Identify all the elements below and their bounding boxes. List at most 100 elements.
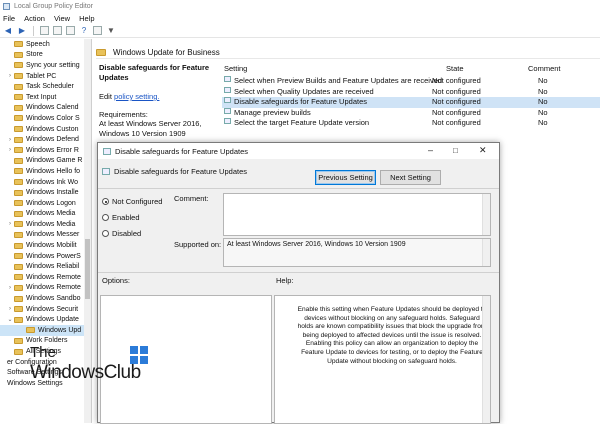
tree-item[interactable]: Windows Remote xyxy=(0,272,91,283)
tree-item[interactable]: Windows Messer xyxy=(0,230,91,241)
tree-item[interactable]: Windows Settings xyxy=(0,378,91,389)
tree-item[interactable]: Task Scheduler xyxy=(0,81,91,92)
tree-item[interactable]: Windows Hello fo xyxy=(0,166,91,177)
radio-enabled-dot[interactable] xyxy=(102,214,109,221)
tree-item[interactable]: Windows Calend xyxy=(0,103,91,114)
tree-scroll-thumb[interactable] xyxy=(85,239,90,299)
tree-item[interactable]: Text Input xyxy=(0,92,91,103)
expand-arrow-icon[interactable]: › xyxy=(7,137,13,143)
forward-arrow-icon[interactable]: ▶ xyxy=(17,26,27,36)
minimize-icon[interactable]: – xyxy=(428,145,433,155)
description-heading: Disable safeguards for Feature Updates xyxy=(99,63,210,82)
menu-action[interactable]: Action xyxy=(24,14,45,23)
tree-item[interactable]: ⌄ Windows Update xyxy=(0,314,91,325)
tree-item[interactable]: › Windows Defend xyxy=(0,134,91,145)
tree-item[interactable]: Windows Game R xyxy=(0,156,91,167)
tree-item-label: Windows Calend xyxy=(26,104,79,112)
radio-disabled-dot[interactable] xyxy=(102,230,109,237)
previous-setting-button[interactable]: Previous Setting xyxy=(315,170,376,185)
col-setting[interactable]: Setting xyxy=(224,64,247,73)
expand-arrow-icon[interactable]: › xyxy=(7,221,13,227)
tree-item[interactable]: › Windows Media xyxy=(0,219,91,230)
tree-item[interactable]: › Windows Remote xyxy=(0,283,91,294)
policy-row[interactable]: Manage preview builds Not configured No xyxy=(222,107,600,119)
tree-item[interactable]: Sync your setting xyxy=(0,60,91,71)
tree-item[interactable]: Windows PowerS xyxy=(0,251,91,262)
tree-item-label: Work Folders xyxy=(26,337,68,345)
expand-arrow-icon[interactable]: › xyxy=(7,73,13,79)
policy-setting-name: Select when Quality Updates are received xyxy=(234,86,374,96)
tree-item[interactable]: Windows Installe xyxy=(0,187,91,198)
policy-row[interactable]: Disable safeguards for Feature Updates No… xyxy=(222,97,600,108)
expand-arrow-icon[interactable]: › xyxy=(7,285,13,291)
next-setting-button[interactable]: Next Setting xyxy=(380,170,441,185)
edit-policy-link[interactable]: policy setting. xyxy=(114,92,159,101)
tree-item[interactable]: Store xyxy=(0,50,91,61)
tree-item-label: Windows Settings xyxy=(7,379,63,387)
view-icon[interactable] xyxy=(93,26,102,35)
policy-setting-icon xyxy=(224,97,231,103)
back-arrow-icon[interactable]: ◀ xyxy=(3,26,13,36)
help-icon[interactable]: ? xyxy=(79,26,89,36)
radio-disabled-label: Disabled xyxy=(112,229,142,238)
expand-arrow-icon[interactable]: › xyxy=(7,147,13,153)
tree-item-label: Windows PowerS xyxy=(26,252,81,260)
close-icon[interactable]: ✕ xyxy=(479,145,487,156)
menu-bar: File Action View Help xyxy=(0,12,600,24)
radio-not-configured-dot[interactable] xyxy=(102,198,109,205)
policy-state: Not configured xyxy=(432,76,481,85)
tree-scrollbar[interactable] xyxy=(84,39,91,423)
comment-textarea[interactable] xyxy=(223,193,491,236)
policy-row[interactable]: Select when Preview Builds and Feature U… xyxy=(222,76,600,87)
radio-not-configured[interactable]: Not Configured xyxy=(102,197,162,206)
tree-item[interactable]: › Tablet PC xyxy=(0,71,91,82)
toolbar-divider xyxy=(33,25,34,36)
tree-item[interactable]: All Settings xyxy=(0,346,91,357)
tree-item[interactable]: Software Settings xyxy=(0,367,91,378)
tree-item[interactable]: Speech xyxy=(0,39,91,50)
tree-item[interactable]: Windows Ink Wo xyxy=(0,177,91,188)
tree-item[interactable]: Windows Mobilit xyxy=(0,240,91,251)
radio-disabled[interactable]: Disabled xyxy=(102,229,141,238)
policy-setting-name: Disable safeguards for Feature Updates xyxy=(234,97,367,106)
toolbar: ◀ ▶ ? ▼ xyxy=(0,24,600,38)
folder-icon xyxy=(14,284,23,291)
policy-row[interactable]: Select the target Feature Update version… xyxy=(222,118,600,129)
radio-enabled[interactable]: Enabled xyxy=(102,213,140,222)
tree-item[interactable]: › Windows Securit xyxy=(0,304,91,315)
comment-scrollbar[interactable] xyxy=(482,194,490,235)
expand-arrow-icon[interactable]: › xyxy=(7,306,13,312)
policy-row[interactable]: Select when Quality Updates are received… xyxy=(222,86,600,98)
show-hide-tree-icon[interactable] xyxy=(40,26,49,35)
supported-scrollbar[interactable] xyxy=(482,239,490,266)
tree-item[interactable]: Windows Custon xyxy=(0,124,91,135)
collapse-arrow-icon[interactable]: ⌄ xyxy=(7,316,13,323)
tree-item[interactable]: Windows Logon xyxy=(0,198,91,209)
tree-item-label: Windows Messer xyxy=(26,231,80,239)
folder-icon xyxy=(14,51,23,58)
folder-icon xyxy=(14,253,23,260)
menu-view[interactable]: View xyxy=(54,14,70,23)
col-state[interactable]: State xyxy=(446,64,464,73)
options-label: Options: xyxy=(102,276,130,285)
tree-item[interactable]: Windows Reliabil xyxy=(0,261,91,272)
properties-icon[interactable] xyxy=(53,26,62,35)
tree-item[interactable]: er Configuration xyxy=(0,357,91,368)
col-comment[interactable]: Comment xyxy=(528,64,561,73)
tree-item[interactable]: Windows Sandbo xyxy=(0,293,91,304)
maximize-icon[interactable]: □ xyxy=(453,146,458,155)
help-scrollbar[interactable] xyxy=(482,296,490,423)
menu-help[interactable]: Help xyxy=(79,14,94,23)
comment-label: Comment: xyxy=(174,194,209,203)
dialog-titlebar: Disable safeguards for Feature Updates –… xyxy=(98,143,499,159)
tree-item[interactable]: Windows Upd xyxy=(0,325,91,336)
filter-icon[interactable]: ▼ xyxy=(106,26,116,36)
tree-item[interactable]: › Windows Error R xyxy=(0,145,91,156)
tree-item-label: Windows Color S xyxy=(26,114,80,122)
export-list-icon[interactable] xyxy=(66,26,75,35)
tree-item[interactable]: Windows Media xyxy=(0,209,91,220)
policy-setting-icon xyxy=(224,86,231,93)
tree-item[interactable]: Windows Color S xyxy=(0,113,91,124)
tree-item[interactable]: Work Folders xyxy=(0,336,91,347)
menu-file[interactable]: File xyxy=(3,14,15,23)
